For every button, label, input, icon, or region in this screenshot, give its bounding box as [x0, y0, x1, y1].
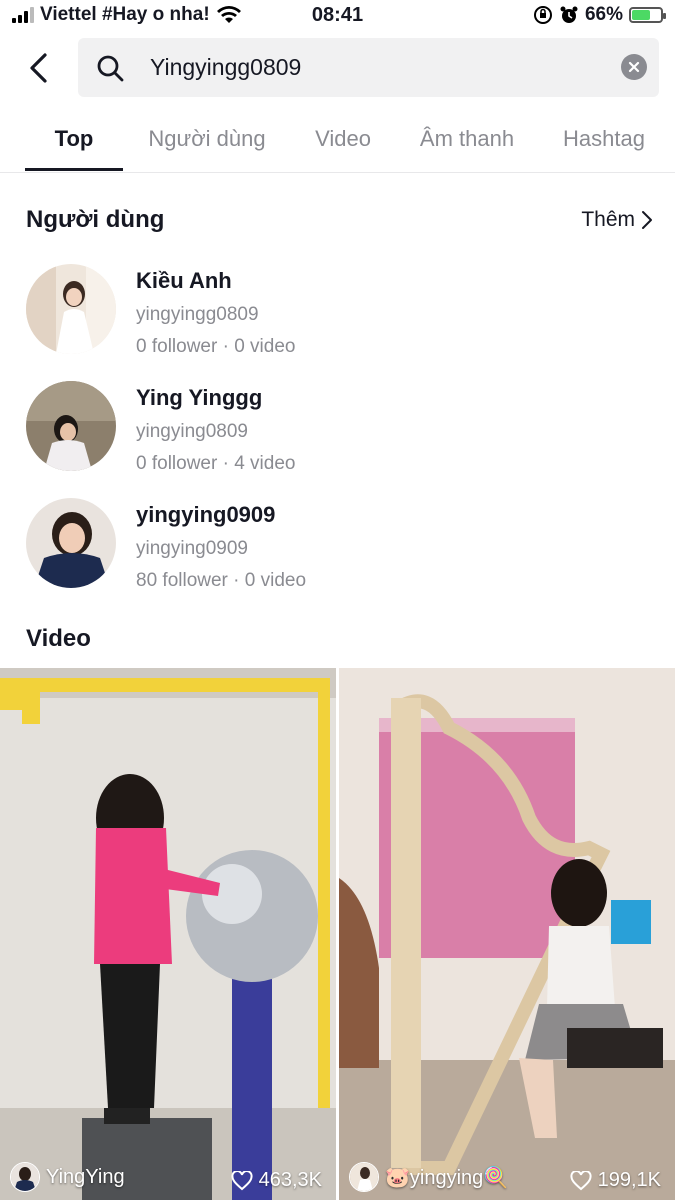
user-stats: 0 follower · 0 video — [136, 336, 296, 357]
user-handle: yingyingg0809 — [136, 304, 259, 325]
heart-icon — [231, 1170, 253, 1190]
battery-icon — [629, 7, 666, 23]
status-bar: Viettel #Hay o nha! 08:41 66% — [0, 0, 675, 34]
video-thumbnail[interactable]: YingYing 463,3K — [0, 668, 336, 1200]
user-handle: yingying0809 — [136, 421, 248, 442]
heart-icon — [570, 1170, 592, 1190]
video-likes: 463,3K — [231, 1169, 322, 1192]
battery-fill — [632, 10, 650, 20]
user-result-row[interactable]: Kiều Anh yingyingg0809 0 follower · 0 vi… — [26, 264, 656, 360]
chevron-left-icon — [30, 53, 47, 83]
more-users-label: Thêm — [581, 208, 635, 231]
user-display-name: Kiều Anh — [136, 268, 232, 293]
clear-search-button[interactable] — [621, 54, 647, 80]
video-likes: 199,1K — [570, 1169, 661, 1192]
video-like-count: 463,3K — [258, 1169, 322, 1191]
user-display-name: yingying0909 — [136, 502, 276, 527]
battery-percent: 66% — [584, 4, 623, 25]
tab-hashtag[interactable]: Hashtag — [548, 112, 660, 172]
user-display-name: Ying Yinggg — [136, 385, 263, 410]
user-result-row[interactable]: Ying Yinggg yingying0809 0 follower · 4 … — [26, 381, 656, 477]
close-icon — [628, 61, 640, 73]
user-result-row[interactable]: yingying0909 yingying0909 80 follower · … — [26, 498, 656, 594]
rotation-lock-icon — [533, 6, 552, 24]
avatar — [10, 1162, 40, 1192]
chevron-right-icon — [642, 211, 652, 229]
avatar — [26, 264, 116, 354]
tab-top[interactable]: Top — [25, 112, 123, 172]
search-input[interactable] — [150, 38, 590, 97]
status-bar-right: 66% — [533, 4, 666, 26]
search-tabs: Top Người dùng Video Âm thanh Hashtag — [0, 112, 675, 173]
tab-sounds[interactable]: Âm thanh — [404, 112, 530, 172]
alarm-icon — [560, 6, 578, 23]
video-thumbnail[interactable]: 🐷yingying🍭 199,1K — [339, 668, 675, 1200]
avatar — [26, 381, 116, 471]
video-preview-image — [339, 668, 675, 1200]
tab-users[interactable]: Người dùng — [135, 112, 279, 172]
video-like-count: 199,1K — [597, 1169, 661, 1191]
search-bar[interactable] — [78, 38, 659, 97]
avatar — [349, 1162, 379, 1192]
video-preview-image — [0, 668, 336, 1200]
video-section-title: Video — [26, 625, 91, 652]
back-button[interactable] — [22, 50, 54, 86]
video-author-name: YingYing — [46, 1165, 125, 1188]
search-icon — [97, 55, 124, 82]
user-stats: 0 follower · 4 video — [136, 453, 296, 474]
tab-video[interactable]: Video — [296, 112, 390, 172]
video-author-name: 🐷yingying🍭 — [385, 1166, 509, 1189]
user-handle: yingying0909 — [136, 538, 248, 559]
active-tab-indicator — [25, 168, 123, 171]
avatar — [26, 498, 116, 588]
users-section-title: Người dùng — [26, 206, 165, 233]
user-stats: 80 follower · 0 video — [136, 570, 307, 591]
video-author[interactable]: YingYing — [10, 1162, 125, 1192]
more-users-link[interactable]: Thêm — [581, 208, 653, 232]
video-author[interactable]: 🐷yingying🍭 — [349, 1162, 508, 1192]
